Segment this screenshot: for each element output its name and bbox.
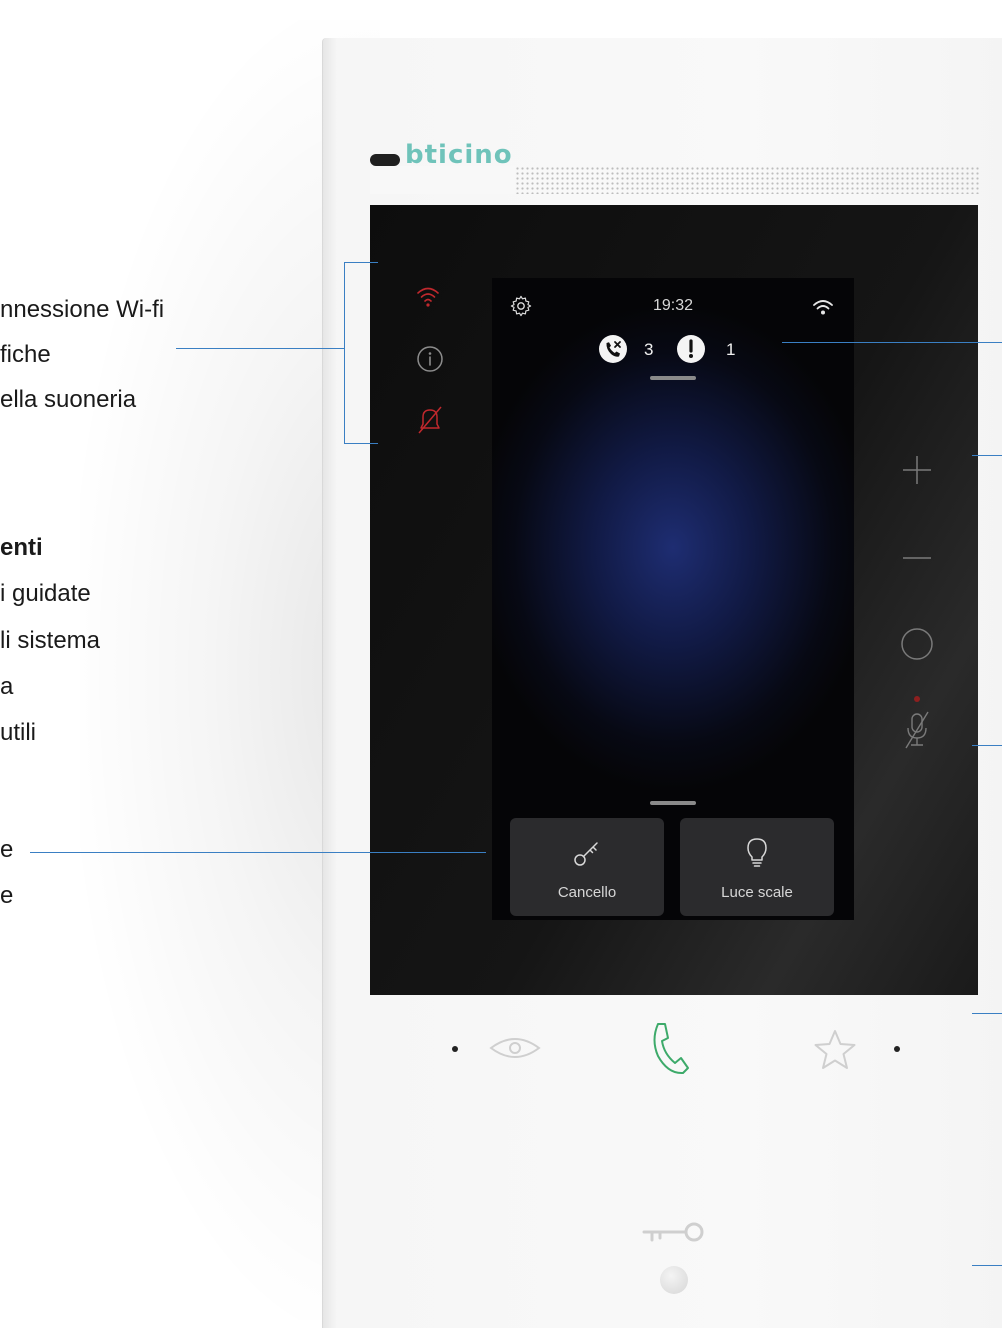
gear-icon[interactable] (510, 295, 532, 317)
tile-cancello[interactable]: Cancello (510, 818, 664, 916)
leader-line-tiles (30, 852, 486, 853)
mic-muted-icon[interactable] (902, 710, 932, 750)
annotation-notifications: fiche (0, 341, 51, 368)
leader-line-notifications (782, 342, 1002, 343)
missed-call-count: 3 (644, 340, 654, 359)
mic-status-led (914, 696, 920, 702)
annotation-system: li sistema (0, 627, 101, 654)
leader-bracket-vertical (344, 262, 345, 443)
plus-icon[interactable] (902, 455, 932, 485)
missed-call-icon[interactable] (598, 334, 628, 364)
info-icon (417, 346, 443, 372)
leader-line-bottom-buttons (972, 1013, 1002, 1014)
tile-luce-scale[interactable]: Luce scale (680, 818, 834, 916)
indicator-dot-left (452, 1046, 458, 1052)
annotation-line-e1: e (0, 836, 14, 863)
leader-bracket-top (344, 262, 378, 263)
bell-muted-icon (418, 406, 442, 434)
touch-screen[interactable]: 19:32 3 1 Cancello Luce scale (492, 278, 854, 920)
annotation-heading: enti (0, 534, 43, 561)
annotation-guided: i guidate (0, 580, 91, 607)
eye-icon[interactable] (488, 1032, 542, 1064)
annotation-ringtone: ella suoneria (0, 386, 137, 413)
pull-down-handle[interactable] (650, 376, 696, 380)
status-time: 19:32 (652, 297, 694, 314)
indicator-dot-right (894, 1046, 900, 1052)
leader-bracket-bottom (344, 443, 378, 444)
brand-logo-mark (370, 154, 400, 166)
leader-line-volume (972, 455, 1002, 456)
door-key-icon[interactable] (640, 1216, 708, 1256)
lightbulb-icon (747, 838, 767, 867)
phone-icon[interactable] (648, 1020, 692, 1076)
minus-icon[interactable] (902, 543, 932, 573)
tile-luce-scale-label: Luce scale (721, 884, 793, 901)
alert-count: 1 (726, 340, 736, 359)
circle-button-icon[interactable] (900, 627, 934, 661)
alert-icon[interactable] (676, 334, 706, 364)
wifi-icon (417, 287, 439, 307)
speaker-grille-mask (370, 166, 515, 194)
annotation-line-e2: e (0, 882, 14, 909)
annotation-wifi: nnessione Wi-fi (0, 296, 165, 323)
star-icon[interactable] (811, 1028, 859, 1072)
status-sensor (660, 1266, 688, 1294)
pull-up-handle[interactable] (650, 801, 696, 805)
annotation-useful: utili (0, 719, 37, 746)
leader-line-indicators (176, 348, 344, 349)
annotation-line-a: a (0, 673, 14, 700)
leader-line-door-key (972, 1265, 1002, 1266)
wifi-status-icon (813, 300, 833, 315)
tile-cancello-label: Cancello (557, 884, 617, 901)
key-icon (574, 842, 598, 866)
leader-line-mic (972, 745, 1002, 746)
